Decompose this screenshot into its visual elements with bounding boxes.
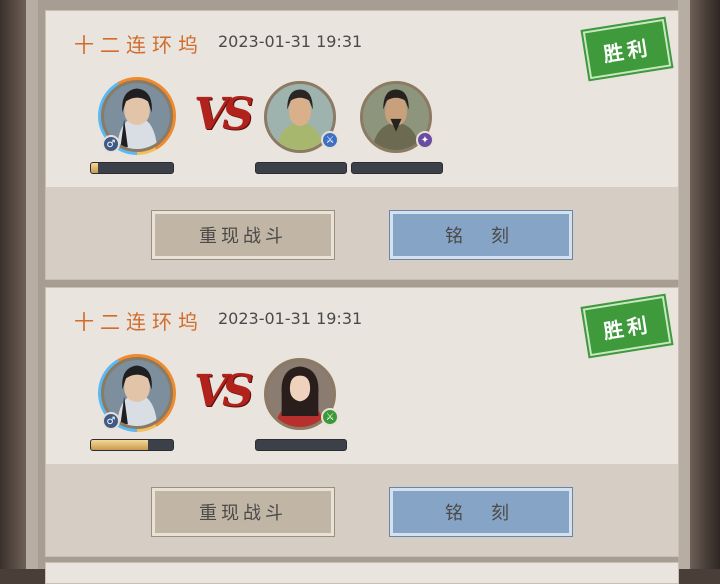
card-actions: 重现战斗 铭刻 <box>46 187 678 279</box>
replay-battle-button[interactable]: 重现战斗 <box>151 487 335 537</box>
weapon-badge-icon: ⚔ <box>321 131 339 149</box>
weapon-badge-icon: ⚔ <box>321 408 339 426</box>
enemy-progress-bar <box>351 162 443 174</box>
battle-time: 2023-01-31 19:31 <box>218 309 363 328</box>
vs-label: VS <box>194 366 254 417</box>
player-progress-bar <box>90 162 174 174</box>
battle-list[interactable]: 十二连环坞 2023-01-31 19:31 胜利 ♂ VS ⚔ ✦ 重现战斗 … <box>38 0 679 584</box>
progress-fill <box>91 440 149 450</box>
left-background <box>0 0 26 569</box>
engrave-button[interactable]: 铭刻 <box>389 487 573 537</box>
right-background <box>690 0 720 569</box>
battle-title: 十二连环坞 <box>74 310 204 334</box>
staff-badge-icon: ✦ <box>416 131 434 149</box>
male-gender-icon: ♂ <box>102 135 120 153</box>
battle-time: 2023-01-31 19:31 <box>218 32 363 51</box>
card-actions: 重现战斗 铭刻 <box>46 464 678 556</box>
vs-label: VS <box>194 89 254 140</box>
enemy-progress-bar <box>255 439 347 451</box>
male-gender-icon: ♂ <box>102 412 120 430</box>
enemy-progress-bar <box>255 162 347 174</box>
battle-title: 十二连环坞 <box>74 33 204 57</box>
battle-card: 十二连环坞 2023-01-31 19:31 胜利 ♂ VS <box>45 287 679 557</box>
victory-stamp: 胜利 <box>580 16 674 82</box>
battle-card <box>45 562 679 584</box>
battle-card: 十二连环坞 2023-01-31 19:31 胜利 ♂ VS <box>45 10 679 280</box>
victory-stamp: 胜利 <box>580 293 674 359</box>
engrave-button[interactable]: 铭刻 <box>389 210 573 260</box>
player-progress-bar <box>90 439 174 451</box>
battle-log-panel: 十二连环坞 2023-01-31 19:31 胜利 ♂ VS ⚔ ✦ 重现战斗 … <box>26 0 690 584</box>
progress-fill <box>91 163 98 173</box>
replay-battle-button[interactable]: 重现战斗 <box>151 210 335 260</box>
